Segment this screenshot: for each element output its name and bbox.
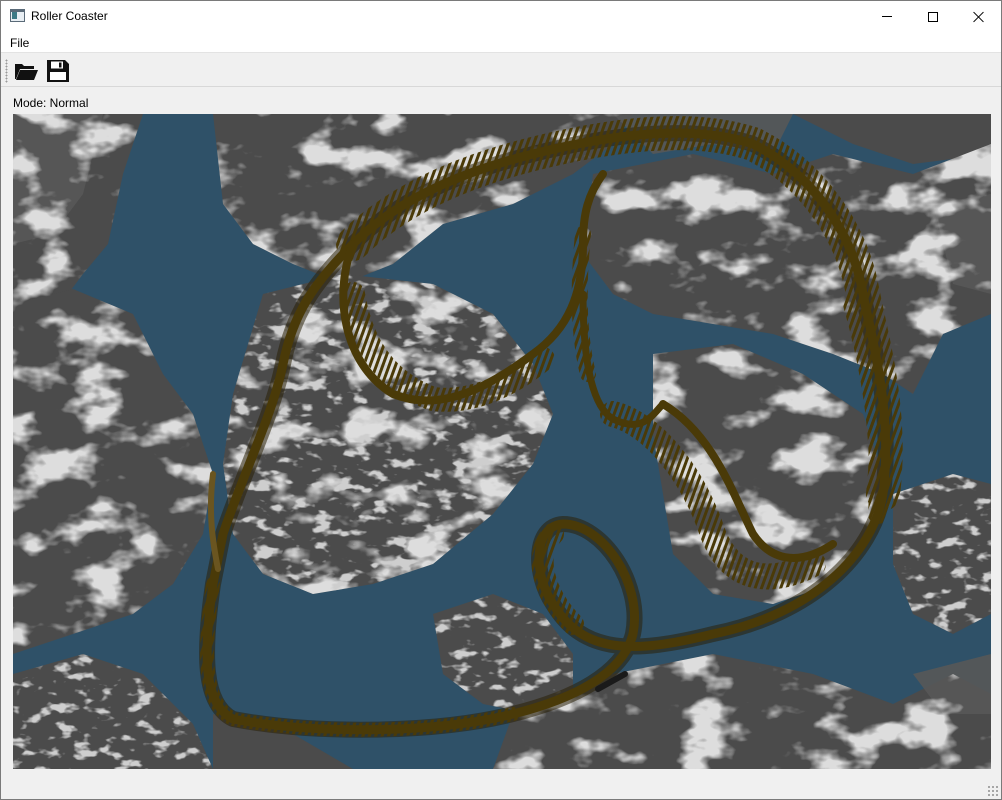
maximize-button[interactable] bbox=[910, 1, 956, 32]
maximize-icon bbox=[928, 11, 938, 22]
toolbar-grip[interactable] bbox=[5, 59, 8, 83]
terrain-scene bbox=[13, 114, 991, 769]
app-icon bbox=[10, 9, 25, 22]
mode-status: Mode: Normal bbox=[13, 96, 89, 110]
save-icon bbox=[47, 60, 69, 82]
window-title: Roller Coaster bbox=[31, 9, 108, 23]
toolbar bbox=[1, 54, 1001, 87]
close-icon bbox=[973, 11, 985, 23]
menu-file[interactable]: File bbox=[5, 34, 34, 52]
close-button[interactable] bbox=[956, 1, 1002, 32]
minimize-button[interactable] bbox=[864, 1, 910, 32]
save-file-button[interactable] bbox=[44, 57, 72, 85]
terrain-viewport[interactable] bbox=[13, 114, 991, 769]
open-file-button[interactable] bbox=[12, 57, 40, 85]
resize-grip[interactable] bbox=[987, 785, 999, 797]
menu-bar: File bbox=[1, 32, 1001, 53]
folder-open-icon bbox=[15, 64, 38, 80]
app-window: Roller Coaster File Mode: Normal bbox=[0, 0, 1002, 800]
status-bar bbox=[1, 779, 1001, 799]
minimize-icon bbox=[882, 16, 892, 17]
title-bar[interactable]: Roller Coaster bbox=[1, 1, 1001, 32]
